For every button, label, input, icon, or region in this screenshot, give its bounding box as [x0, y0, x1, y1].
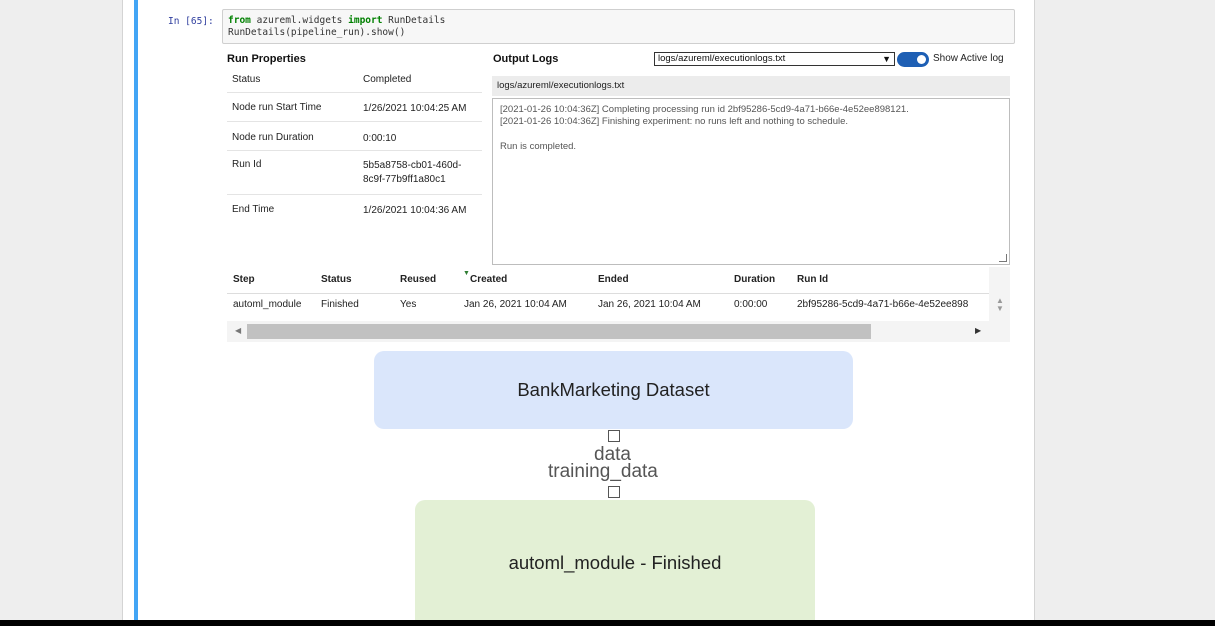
property-key: Status [232, 74, 261, 85]
property-row: Run Id 5b5a8758-cb01-460d-8c9f-77b9ff1a8… [227, 151, 482, 195]
property-value: 0:00:10 [363, 133, 397, 144]
property-key: Node run Duration [232, 132, 314, 143]
property-row: Status Completed [227, 66, 482, 93]
table-cell: automl_module [233, 299, 302, 310]
property-key: Node run Start Time [232, 102, 322, 113]
header-divider [227, 293, 989, 294]
column-header-duration[interactable]: Duration [734, 274, 775, 285]
log-line: Run is completed. [500, 141, 577, 152]
show-active-log-toggle[interactable] [897, 52, 929, 67]
module-node[interactable]: automl_module - Finished [415, 500, 815, 625]
input-port[interactable] [608, 486, 620, 498]
scroll-right-icon[interactable]: ▶ [975, 326, 981, 335]
toggle-label: Show Active log [933, 53, 1004, 64]
horizontal-scrollbar[interactable]: ◀ ▶ [227, 321, 989, 342]
column-header-status[interactable]: Status [321, 274, 352, 285]
scrollbar-thumb[interactable] [247, 324, 871, 339]
keyword-import: import [348, 15, 383, 26]
output-port[interactable] [608, 430, 620, 442]
cell-prompt: In [65]: [168, 16, 214, 27]
output-logs-title: Output Logs [493, 53, 559, 65]
property-value: 1/26/2021 10:04:25 AM [363, 103, 467, 114]
property-value: 5b5a8758-cb01-460d-8c9f-77b9ff1a80c1 [363, 160, 462, 185]
selected-cell-indicator [134, 0, 138, 620]
bottom-edge [0, 620, 1215, 626]
column-header-step[interactable]: Step [233, 274, 255, 285]
code-line-2: RunDetails(pipeline_run).show() [228, 27, 406, 38]
toggle-knob [917, 55, 926, 64]
scroll-left-icon[interactable]: ◀ [235, 326, 241, 335]
log-line: [2021-01-26 10:04:36Z] Finishing experim… [500, 116, 849, 127]
edge-label-input: training_data [548, 461, 658, 482]
table-cell: 2bf95286-5cd9-4a71-b66e-4e52ee898 [797, 299, 969, 310]
resize-handle-icon[interactable] [999, 254, 1007, 262]
code-name: RunDetails [382, 15, 446, 26]
steps-table-body: Step Status Reused ▼ Created Ended Durat… [227, 267, 989, 321]
keyword-from: from [228, 15, 251, 26]
property-value: Completed [363, 74, 412, 85]
log-file-selected: logs/azureml/executionlogs.txt [658, 53, 786, 64]
table-cell: Jan 26, 2021 10:04 AM [464, 299, 567, 310]
table-cell: Yes [400, 299, 417, 310]
property-row: End Time 1/26/2021 10:04:36 AM [227, 195, 482, 223]
dataset-node[interactable]: BankMarketing Dataset [374, 351, 853, 429]
log-file-select[interactable]: logs/azureml/executionlogs.txt ▼ [654, 52, 895, 66]
log-file-header: logs/azureml/executionlogs.txt [492, 76, 1010, 96]
table-cell: Jan 26, 2021 10:04 AM [598, 299, 701, 310]
run-properties-table: Status Completed Node run Start Time 1/2… [227, 66, 482, 223]
steps-table: Step Status Reused ▼ Created Ended Durat… [227, 267, 1010, 342]
table-cell: Finished [321, 299, 359, 310]
property-row: Node run Start Time 1/26/2021 10:04:25 A… [227, 93, 482, 122]
table-cell: 0:00:00 [734, 299, 768, 310]
property-key: Run Id [232, 159, 262, 170]
code-module: azureml.widgets [250, 15, 349, 26]
property-value: 1/26/2021 10:04:36 AM [363, 205, 467, 216]
sort-indicator-icon: ▼ [463, 270, 470, 277]
column-header-run-id[interactable]: Run Id [797, 274, 828, 285]
column-header-created[interactable]: Created [470, 274, 507, 285]
vertical-scrollbar[interactable]: ▲ ▼ [993, 297, 1007, 317]
log-line: [2021-01-26 10:04:36Z] Completing proces… [500, 104, 909, 115]
property-key: End Time [232, 204, 275, 215]
column-header-reused[interactable]: Reused [400, 274, 436, 285]
run-properties-title: Run Properties [227, 53, 306, 65]
log-textarea[interactable]: [2021-01-26 10:04:36Z] Completing proces… [492, 98, 1010, 265]
code-input[interactable]: from azureml.widgets import RunDetails R… [222, 9, 1015, 44]
chevron-down-icon: ▼ [882, 54, 891, 64]
property-row: Node run Duration 0:00:10 [227, 122, 482, 151]
column-header-ended[interactable]: Ended [598, 274, 629, 285]
